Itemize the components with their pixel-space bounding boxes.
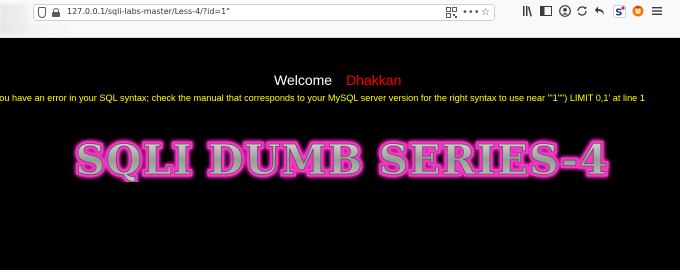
page-content: Welcome Dhakkan You have an error in your…: [0, 38, 680, 270]
firefox-icon[interactable]: [631, 5, 645, 19]
account-icon[interactable]: [558, 5, 572, 19]
sync-icon[interactable]: [575, 5, 589, 19]
user-name: Dhakkan: [346, 72, 402, 88]
title-banner: SQLI DUMB SERIES-4 SQLI DUMB SERIES-4: [62, 134, 622, 187]
menu-icon[interactable]: [650, 5, 664, 19]
bookmark-star-icon[interactable]: ☆: [480, 7, 491, 18]
qr-code-icon[interactable]: [446, 7, 457, 18]
shield-icon[interactable]: [38, 7, 46, 18]
welcome-label: Welcome: [274, 72, 333, 88]
url-text[interactable]: 127.0.0.1/sqli-labs-master/Less-4/?id=1": [67, 7, 230, 16]
svg-text:S: S: [615, 8, 622, 19]
back-icon[interactable]: [593, 5, 607, 19]
browser-toolbar: 127.0.0.1/sqli-labs-master/Less-4/?id=1"…: [0, 0, 680, 38]
sidebar-icon[interactable]: [539, 5, 553, 19]
sql-error-message: You have an error in your SQL syntax; ch…: [0, 93, 645, 103]
address-bar[interactable]: 127.0.0.1/sqli-labs-master/Less-4/?id=1"…: [33, 4, 495, 21]
lock-icon[interactable]: [52, 8, 60, 17]
page-actions-icon[interactable]: •••: [462, 7, 480, 18]
banner-text: SQLI DUMB SERIES-4: [75, 136, 608, 182]
blurred-bookmarks-area: [0, 24, 70, 36]
library-icon[interactable]: [521, 5, 535, 19]
extension-icon[interactable]: S: [612, 5, 626, 19]
welcome-message: Welcome Dhakkan: [274, 72, 401, 88]
